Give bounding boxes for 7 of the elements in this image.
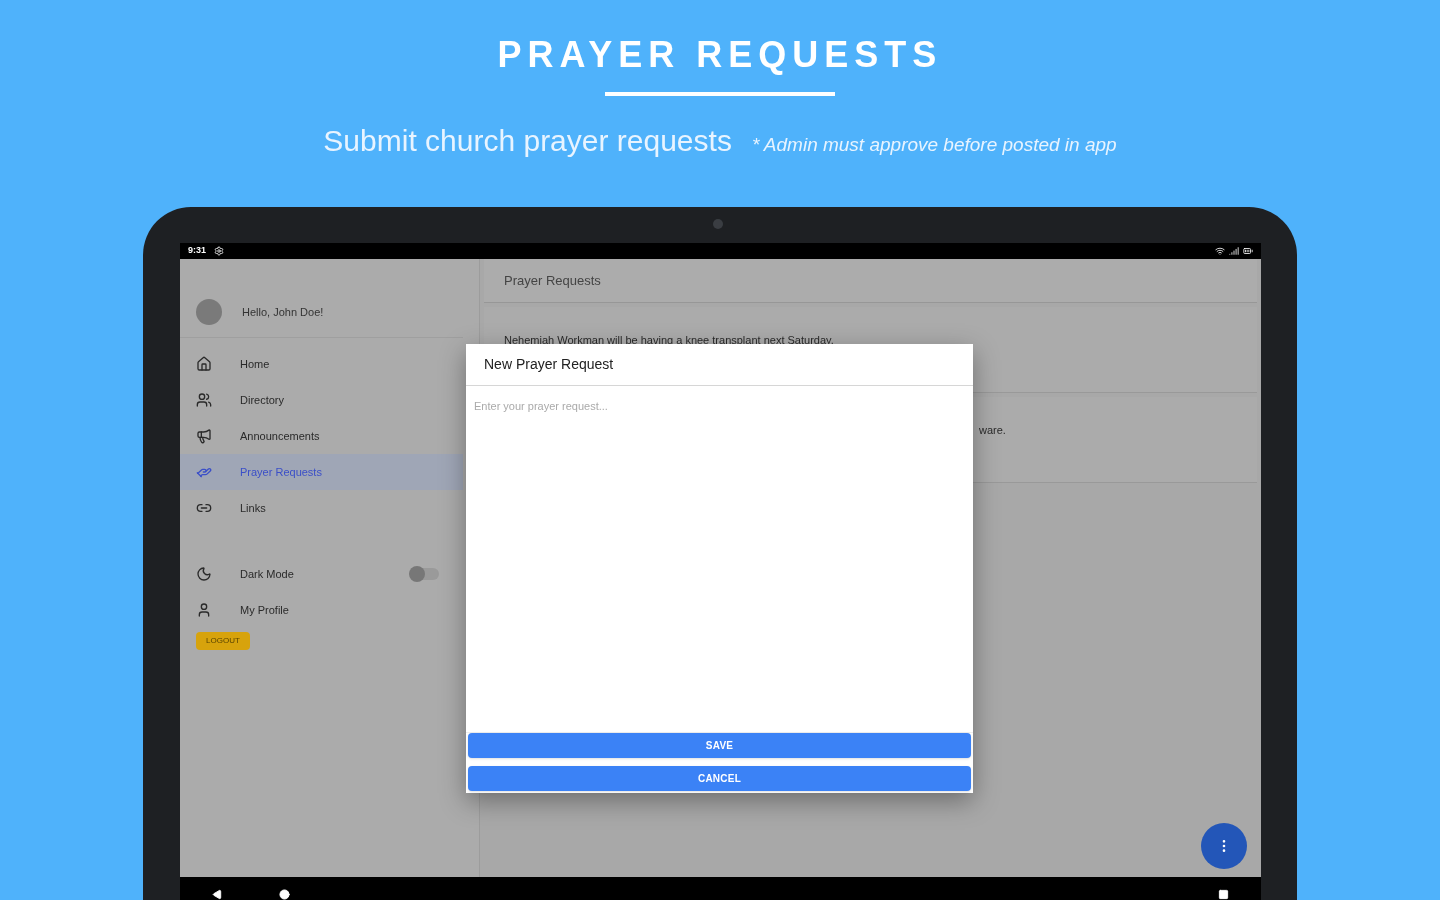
greeting: Hello, John Doe! [242, 304, 324, 320]
banner-title: PRAYER REQUESTS [497, 33, 943, 77]
banner-note: * Admin must approve before posted in app [751, 133, 1117, 157]
status-time: 9:31 [188, 244, 206, 258]
banner-subtitle: Submit church prayer requests [323, 123, 732, 159]
main-header: Prayer Requests [484, 259, 1257, 303]
dialog-title: New Prayer Request [484, 355, 614, 374]
